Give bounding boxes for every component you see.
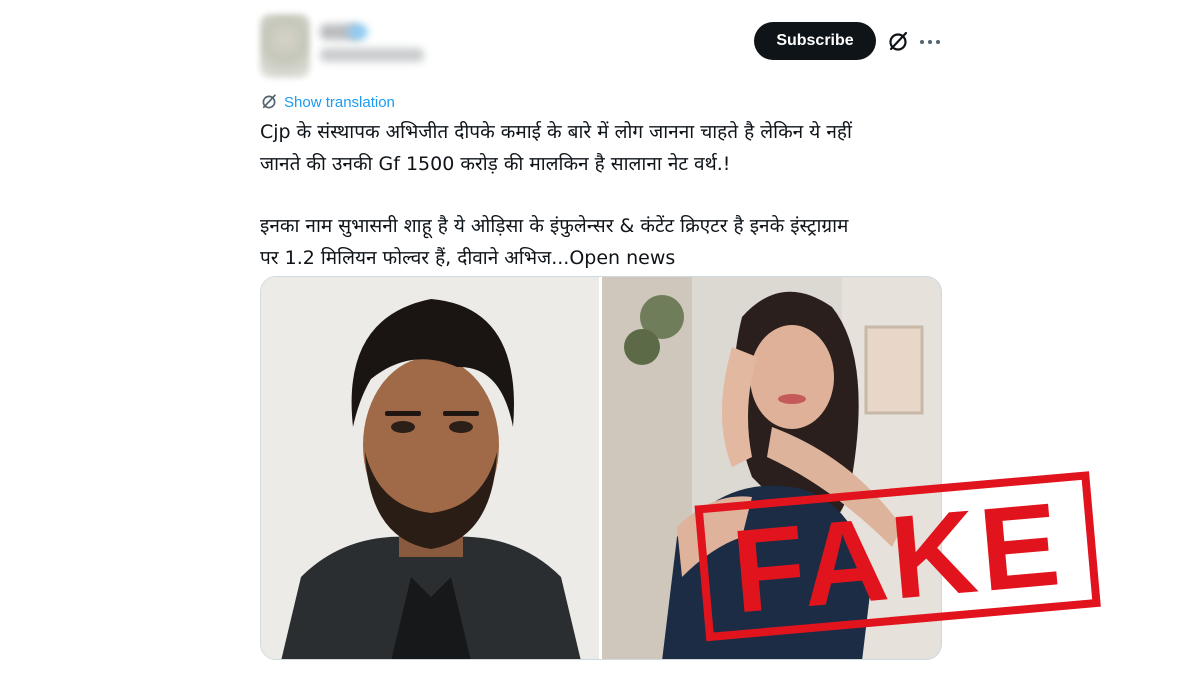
fake-stamp-text: FAKE — [727, 478, 1068, 638]
grok-icon[interactable] — [886, 30, 910, 54]
tweet-line: पर 1.2 मिलियन फोल्वर हैं, दीवाने अभिज...… — [260, 242, 940, 274]
more-dots-icon[interactable] — [920, 30, 940, 54]
subscribe-button[interactable]: Subscribe — [754, 22, 876, 60]
verified-badge-redacted — [348, 24, 368, 40]
translate-icon — [262, 94, 276, 109]
tweet-line: इनका नाम सुभासनी शाहू है ये ओड़िसा के इं… — [260, 215, 849, 237]
show-translation-label: Show translation — [284, 93, 395, 111]
fake-stamp: FAKE — [694, 471, 1101, 642]
photo-man[interactable] — [261, 277, 599, 659]
tweet-line: Cjp के संस्थापक अभिजीत दीपके कमाई के बार… — [260, 121, 852, 143]
open-news-link[interactable]: Open news — [569, 247, 675, 269]
author-handle-redacted[interactable] — [320, 48, 424, 62]
show-translation-link[interactable]: Show translation — [260, 92, 395, 112]
tweet-line-text: पर 1.2 मिलियन फोल्वर हैं, दीवाने अभिज... — [260, 247, 570, 269]
avatar[interactable] — [260, 14, 310, 78]
tweet-line: जानते की उनकी Gf 1500 करोड़ की मालकिन है… — [260, 153, 731, 175]
tweet-text: Cjp के संस्थापक अभिजीत दीपके कमाई के बार… — [260, 116, 940, 274]
